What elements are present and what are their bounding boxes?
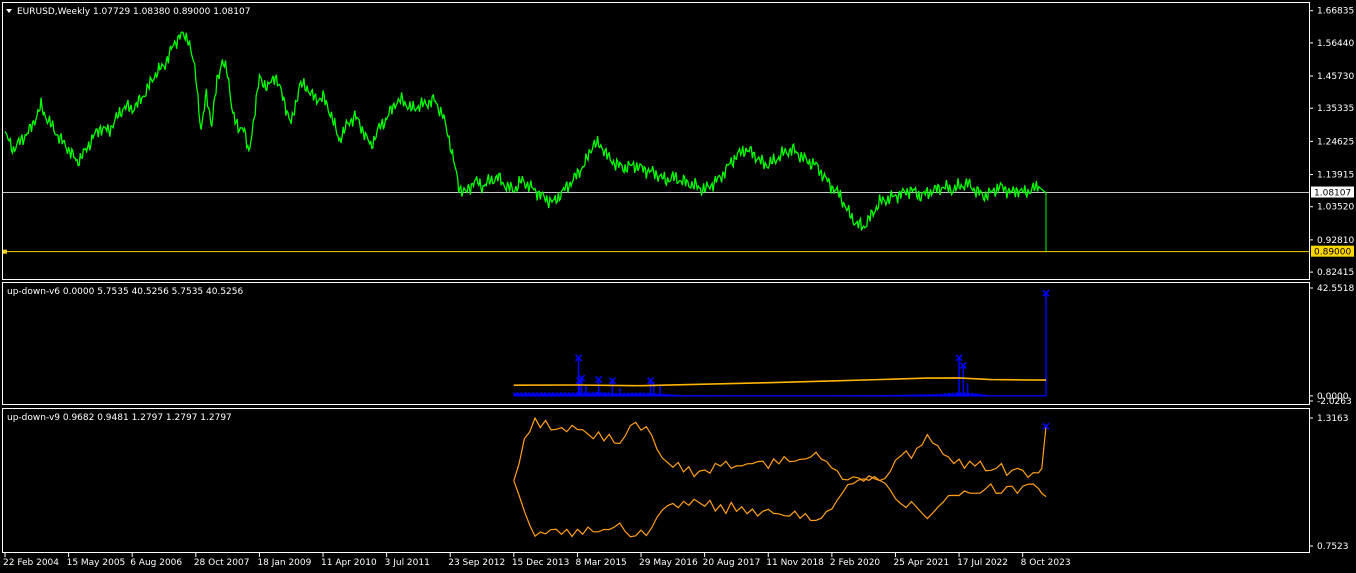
main-y-tick-label: 1.03520 xyxy=(1317,203,1354,213)
main-y-tick-label: 1.35335 xyxy=(1317,104,1354,114)
time-tick-label: 23 Sep 2012 xyxy=(448,558,505,568)
symbol-header: EURUSD,Weekly 1.07729 1.08380 0.89000 1.… xyxy=(17,7,250,17)
low-price-tag-label: 0.89000 xyxy=(1314,248,1351,258)
time-tick-label: 8 Oct 2023 xyxy=(1021,558,1071,568)
indicator-2-tick-label: 1.3163 xyxy=(1317,414,1349,424)
time-tick-label: 11 Apr 2010 xyxy=(321,558,377,568)
time-tick-label: 20 Aug 2017 xyxy=(703,558,761,568)
low-price-tag: 0.89000 xyxy=(1311,245,1354,258)
main-y-tick-label: 0.92810 xyxy=(1317,236,1354,246)
time-tick-label: 17 Jul 2022 xyxy=(957,558,1008,568)
time-tick-label: 15 Dec 2013 xyxy=(512,558,570,568)
indicator-2-tick-label: 0.7523 xyxy=(1317,542,1349,552)
chart-root: EURUSD,Weekly 1.07729 1.08380 0.89000 1.… xyxy=(0,0,1356,573)
main-y-tick-label: 1.45730 xyxy=(1317,72,1354,82)
time-tick-label: 25 Apr 2021 xyxy=(893,558,949,568)
indicator-1-tick-label: 42.5518 xyxy=(1317,284,1354,294)
main-y-tick-label: 1.13915 xyxy=(1317,171,1354,181)
time-tick-label: 3 Jul 2011 xyxy=(385,558,430,568)
time-tick-label: 15 May 2005 xyxy=(67,558,126,568)
time-tick-label: 8 Mar 2015 xyxy=(575,558,626,568)
low-price-left-mark xyxy=(3,249,7,254)
time-tick-label: 22 Feb 2004 xyxy=(3,558,59,568)
current-price-tag-label: 1.08107 xyxy=(1314,189,1351,199)
indicator-1-title: up-down-v6 0.0000 5.7535 40.5256 5.7535 … xyxy=(7,287,243,297)
indicator-1-tick-label: -2.0263 xyxy=(1317,397,1352,407)
time-tick-label: 29 May 2016 xyxy=(639,558,698,568)
indicator-2-title: up-down-v9 0.9682 0.9481 1.2797 1.2797 1… xyxy=(7,413,232,423)
current-price-tag: 1.08107 xyxy=(1311,186,1354,199)
main-y-tick-label: 0.82415 xyxy=(1317,268,1354,278)
main-y-tick-label: 1.66835 xyxy=(1317,7,1354,17)
time-tick-label: 28 Oct 2007 xyxy=(194,558,250,568)
time-tick-label: 18 Jan 2009 xyxy=(257,558,311,568)
main-y-tick-label: 1.24625 xyxy=(1317,137,1354,147)
time-tick-label: 11 Nov 2018 xyxy=(766,558,824,568)
time-tick-label: 2 Feb 2020 xyxy=(830,558,881,568)
time-tick-label: 6 Aug 2006 xyxy=(130,558,182,568)
main-y-tick-label: 1.56440 xyxy=(1317,39,1354,49)
